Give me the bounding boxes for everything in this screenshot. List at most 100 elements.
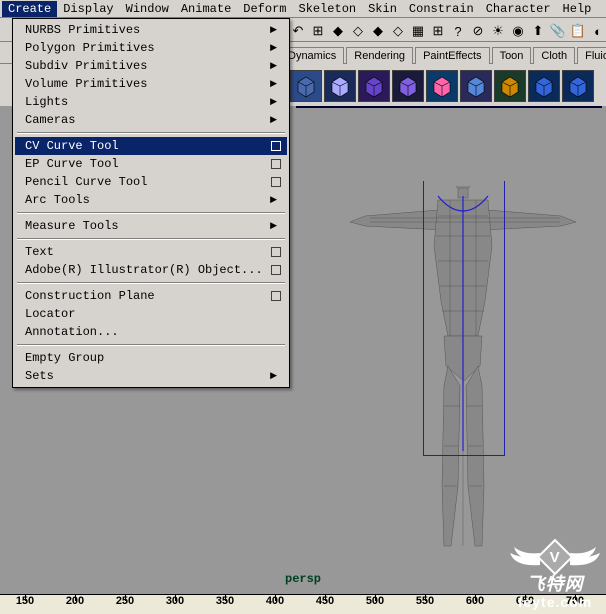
shelf-tab-painteffects[interactable]: PaintEffects — [415, 47, 490, 64]
shelf-button[interactable] — [562, 70, 594, 102]
menuitem-cv-curve-tool[interactable]: CV Curve Tool — [15, 137, 287, 155]
shelf-button[interactable] — [358, 70, 390, 102]
shelf-button[interactable] — [528, 70, 560, 102]
ruler-tick: 400 — [250, 595, 300, 614]
submenu-arrow-icon: ▶ — [270, 79, 281, 89]
menuitem-label: Measure Tools — [25, 219, 270, 233]
tool-icon[interactable]: ⊘ — [470, 23, 486, 39]
ruler-tick: 700 — [550, 595, 600, 614]
menu-window[interactable]: Window — [120, 1, 175, 17]
shelf-tab-rendering[interactable]: Rendering — [346, 47, 413, 64]
menuitem-label: Volume Primitives — [25, 77, 270, 91]
menuitem-ep-curve-tool[interactable]: EP Curve Tool — [15, 155, 287, 173]
menu-skeleton[interactable]: Skeleton — [293, 1, 363, 17]
tool-icon[interactable]: ☀ — [490, 23, 506, 39]
ruler-tick: 600 — [450, 595, 500, 614]
shelf-button[interactable] — [426, 70, 458, 102]
menuitem-label: Text — [25, 245, 271, 259]
options-box-icon[interactable] — [271, 177, 281, 187]
menubar: CreateDisplayWindowAnimateDeformSkeleton… — [0, 0, 606, 18]
shelf-button[interactable] — [290, 70, 322, 102]
ruler-tick: 250 — [100, 595, 150, 614]
menu-separator — [17, 344, 285, 346]
tool-icon[interactable]: ⬆ — [530, 23, 546, 39]
submenu-arrow-icon: ▶ — [270, 195, 281, 205]
camera-label: persp — [285, 572, 321, 586]
menu-character[interactable]: Character — [480, 1, 557, 17]
menuitem-label: NURBS Primitives — [25, 23, 270, 37]
menuitem-empty-group[interactable]: Empty Group — [15, 349, 287, 367]
menuitem-nurbs-primitives[interactable]: NURBS Primitives▶ — [15, 21, 287, 39]
menuitem-construction-plane[interactable]: Construction Plane — [15, 287, 287, 305]
small-toolbar: ↶⊞◆◇◆◇▦⊞?⊘☀◉⬆📎📋◐🔍🔎 — [290, 20, 606, 42]
menuitem-volume-primitives[interactable]: Volume Primitives▶ — [15, 75, 287, 93]
menuitem-label: Sets — [25, 369, 270, 383]
menu-deform[interactable]: Deform — [237, 1, 292, 17]
tool-icon[interactable]: ◆ — [330, 23, 346, 39]
shelf-button[interactable] — [460, 70, 492, 102]
menu-animate[interactable]: Animate — [175, 1, 237, 17]
menuitem-label: Annotation... — [25, 325, 281, 339]
menu-create[interactable]: Create — [2, 1, 57, 17]
options-box-icon[interactable] — [271, 159, 281, 169]
menuitem-pencil-curve-tool[interactable]: Pencil Curve Tool — [15, 173, 287, 191]
tool-icon[interactable]: ◆ — [370, 23, 386, 39]
tool-icon[interactable]: ◐ — [590, 23, 606, 39]
create-menu-dropdown: NURBS Primitives▶Polygon Primitives▶Subd… — [12, 18, 290, 388]
shelf-button[interactable] — [324, 70, 356, 102]
submenu-arrow-icon: ▶ — [270, 115, 281, 125]
options-box-icon[interactable] — [271, 247, 281, 257]
tool-icon[interactable]: 📎 — [550, 23, 566, 39]
shelf-tab-toon[interactable]: Toon — [492, 47, 532, 64]
tool-icon[interactable]: ? — [450, 23, 466, 39]
submenu-arrow-icon: ▶ — [270, 43, 281, 53]
menuitem-label: Cameras — [25, 113, 270, 127]
tool-icon[interactable]: ◇ — [350, 23, 366, 39]
menuitem-annotation[interactable]: Annotation... — [15, 323, 287, 341]
shelf-tab-fluid[interactable]: Fluid — [577, 47, 606, 64]
tool-icon[interactable]: ▦ — [410, 23, 426, 39]
menuitem-measure-tools[interactable]: Measure Tools▶ — [15, 217, 287, 235]
menuitem-lights[interactable]: Lights▶ — [15, 93, 287, 111]
tool-icon[interactable]: ⊞ — [430, 23, 446, 39]
viewport-border — [296, 106, 602, 108]
menuitem-adobe-r-illustrator-r-object[interactable]: Adobe(R) Illustrator(R) Object... — [15, 261, 287, 279]
menuitem-subdiv-primitives[interactable]: Subdiv Primitives▶ — [15, 57, 287, 75]
menu-display[interactable]: Display — [57, 1, 119, 17]
menuitem-label: Locator — [25, 307, 281, 321]
ruler-tick: 650 — [500, 595, 550, 614]
menuitem-locator[interactable]: Locator — [15, 305, 287, 323]
options-box-icon[interactable] — [271, 291, 281, 301]
menu-help[interactable]: Help — [557, 1, 598, 17]
menuitem-cameras[interactable]: Cameras▶ — [15, 111, 287, 129]
menuitem-label: Empty Group — [25, 351, 281, 365]
ruler-tick: 750 — [600, 595, 606, 614]
menuitem-text[interactable]: Text — [15, 243, 287, 261]
tool-icon[interactable]: ◇ — [390, 23, 406, 39]
menu-separator — [17, 282, 285, 284]
submenu-arrow-icon: ▶ — [270, 371, 281, 381]
garment-outline — [423, 181, 505, 456]
ruler: 1502002503003504004505005506006507007508… — [0, 594, 606, 614]
menuitem-arc-tools[interactable]: Arc Tools▶ — [15, 191, 287, 209]
menuitem-label: Lights — [25, 95, 270, 109]
tool-icon[interactable]: ◉ — [510, 23, 526, 39]
tool-icon[interactable]: ⊞ — [310, 23, 326, 39]
ruler-tick: 450 — [300, 595, 350, 614]
options-box-icon[interactable] — [271, 265, 281, 275]
tool-icon[interactable]: ↶ — [290, 23, 306, 39]
shelf-button[interactable] — [494, 70, 526, 102]
menuitem-label: CV Curve Tool — [25, 139, 271, 153]
menuitem-polygon-primitives[interactable]: Polygon Primitives▶ — [15, 39, 287, 57]
options-box-icon[interactable] — [271, 141, 281, 151]
tool-icon[interactable]: 📋 — [570, 23, 586, 39]
character-mesh — [320, 186, 600, 566]
menuitem-label: Adobe(R) Illustrator(R) Object... — [25, 263, 271, 277]
menu-skin[interactable]: Skin — [362, 1, 403, 17]
shelf-button[interactable] — [392, 70, 424, 102]
submenu-arrow-icon: ▶ — [270, 97, 281, 107]
menu-constrain[interactable]: Constrain — [403, 1, 480, 17]
menuitem-label: Subdiv Primitives — [25, 59, 270, 73]
shelf-tab-cloth[interactable]: Cloth — [533, 47, 575, 64]
menuitem-sets[interactable]: Sets▶ — [15, 367, 287, 385]
